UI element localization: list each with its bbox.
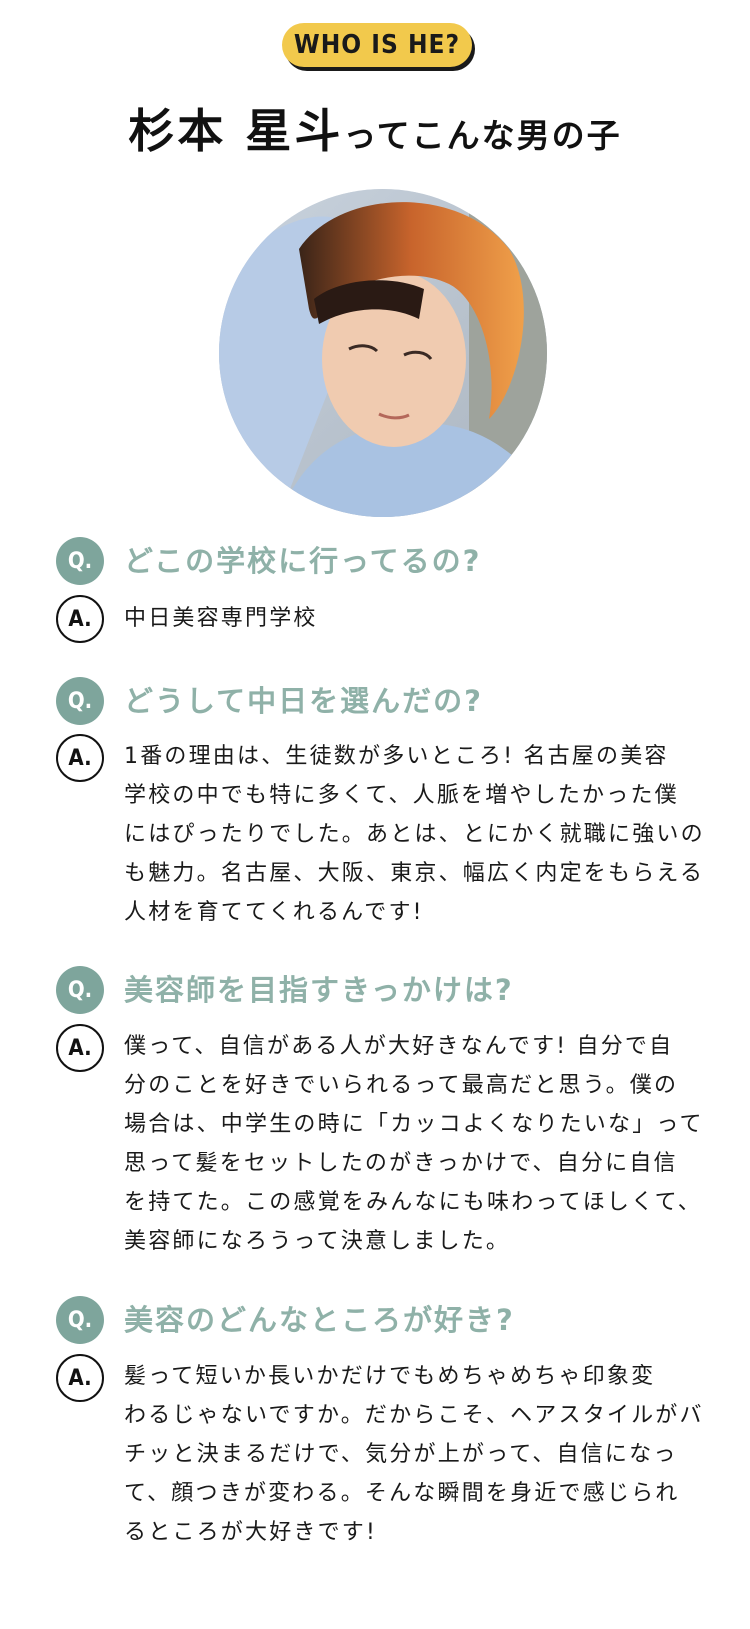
title-subtitle: ってこんな男の子 [343, 116, 622, 155]
question-marker: Q. [56, 1296, 104, 1344]
answer-line: 思って髪をセットしたのがきっかけで、自分に自信 [124, 1151, 678, 1176]
question-text: 美容のどんなところが好き? [124, 1303, 515, 1337]
question-text: 美容師を目指すきっかけは? [124, 973, 514, 1007]
portrait-photo-icon [219, 189, 547, 517]
answer-line: を持てた。この感覚をみんなにも味わってほしくて、 [124, 1190, 702, 1215]
profile-photo [219, 189, 547, 517]
answer-marker: A. [56, 595, 104, 643]
answer-marker: A. [56, 1354, 104, 1402]
answer-line: わるじゃないですか。だからこそ、ヘアスタイルがバ [124, 1403, 704, 1428]
answer-line: 人材を育ててくれるんです! [124, 900, 424, 925]
page-title: 杉本 星斗ってこんな男の子 [0, 95, 750, 161]
answer-text: 1番の理由は、生徒数が多いところ! 名古屋の美容 学校の中でも特に多くて、人脈を… [124, 737, 705, 932]
question-marker: Q. [56, 537, 104, 585]
answer-text: 髪って短いか長いかだけでもめちゃめちゃ印象変 わるじゃないですか。だからこそ、ヘ… [124, 1357, 704, 1552]
answer-line: 美容師になろうって決意しました。 [124, 1229, 511, 1254]
answer-line: チッと決まるだけで、気分が上がって、自信になっ [124, 1442, 678, 1467]
answer-line: 学校の中でも特に多くて、人脈を増やしたかった僕 [124, 783, 679, 808]
answer-line: るところが大好きです! [124, 1520, 378, 1545]
answer-text: 僕って、自信がある人が大好きなんです! 自分で自 分のことを好きでいられるって最… [124, 1027, 704, 1261]
who-is-he-badge: WHO IS HE? [282, 23, 472, 67]
answer-line: 中日美容専門学校 [124, 606, 318, 631]
question-text: どうして中日を選んだの? [124, 684, 483, 718]
answer-line: 僕って、自信がある人が大好きなんです! 自分で自 [124, 1034, 674, 1059]
answer-line: 場合は、中学生の時に「カッコよくなりたいな」って [124, 1112, 704, 1137]
answer-text: 中日美容専門学校 [124, 599, 696, 638]
answer-marker: A. [56, 734, 104, 782]
question-text: どこの学校に行ってるの? [124, 544, 482, 578]
answer-line: も魅力。名古屋、大阪、東京、幅広く内定をもらえる [124, 861, 705, 886]
answer-line: て、顔つきが変わる。そんな瞬間を身近で感じられ [124, 1481, 680, 1506]
answer-marker: A. [56, 1024, 104, 1072]
profile-name: 杉本 星斗 [128, 104, 344, 158]
answer-line: 分のことを好きでいられるって最高だと思う。僕の [124, 1073, 679, 1098]
answer-line: 髪って短いか長いかだけでもめちゃめちゃ印象変 [124, 1364, 656, 1389]
question-marker: Q. [56, 677, 104, 725]
answer-line: にはぴったりでした。あとは、とにかく就職に強いの [124, 822, 705, 847]
question-marker: Q. [56, 966, 104, 1014]
answer-line: 1番の理由は、生徒数が多いところ! 名古屋の美容 [124, 744, 669, 769]
